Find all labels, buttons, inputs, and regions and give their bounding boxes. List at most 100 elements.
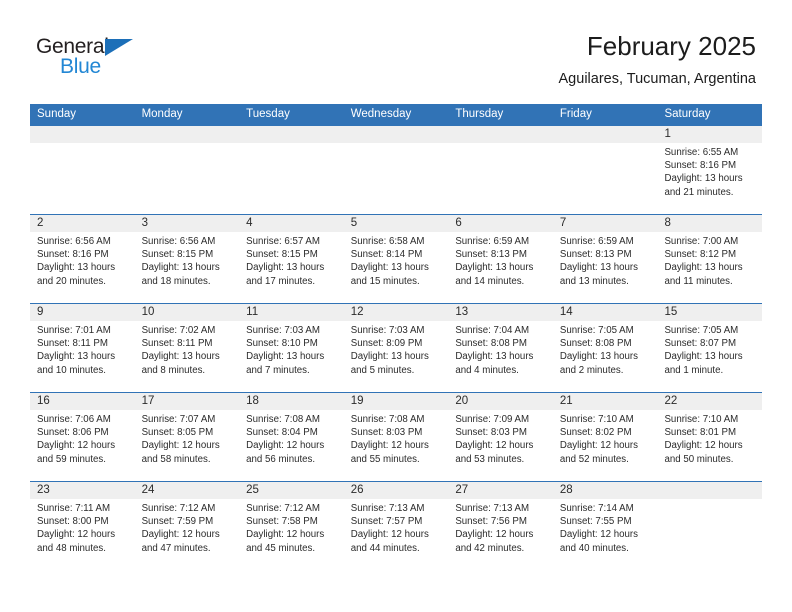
daylight-text-line1: Daylight: 12 hours <box>141 529 220 541</box>
daylight-text-line2: and 15 minutes. <box>350 275 420 287</box>
calendar-day-cell[interactable]: 28 Sunrise: 7:14 AM Sunset: 7:55 PM Dayl… <box>553 482 658 570</box>
calendar-day-cell[interactable]: 5 Sunrise: 6:58 AM Sunset: 8:14 PM Dayli… <box>344 215 449 303</box>
daylight-text-line1: Daylight: 13 hours <box>37 351 116 363</box>
calendar-day-cell[interactable]: 17 Sunrise: 7:07 AM Sunset: 8:05 PM Dayl… <box>135 393 240 481</box>
weekday-header-friday: Friday <box>559 108 592 120</box>
sunset-text: Sunset: 8:14 PM <box>350 249 423 261</box>
daylight-text-line2: and 53 minutes. <box>455 453 525 465</box>
calendar-day-cell[interactable]: 2 Sunrise: 6:56 AM Sunset: 8:16 PM Dayli… <box>30 215 135 303</box>
day-number: 13 <box>455 306 469 318</box>
day-number: 11 <box>246 306 259 318</box>
calendar-day-cell[interactable]: 4 Sunrise: 6:57 AM Sunset: 8:15 PM Dayli… <box>239 215 344 303</box>
calendar-day-cell[interactable]: 3 Sunrise: 6:56 AM Sunset: 8:15 PM Dayli… <box>135 215 240 303</box>
day-number: 15 <box>664 306 678 318</box>
day-number: 9 <box>37 306 44 318</box>
calendar-day-cell[interactable]: 12 Sunrise: 7:03 AM Sunset: 8:09 PM Dayl… <box>344 304 449 392</box>
daylight-text-line1: Daylight: 13 hours <box>559 262 638 274</box>
daylight-text-line2: and 18 minutes. <box>141 275 211 287</box>
calendar-day-cell[interactable]: 1 Sunrise: 6:55 AM Sunset: 8:16 PM Dayli… <box>657 126 762 214</box>
daylight-text-line2: and 47 minutes. <box>141 542 211 554</box>
day-number: 23 <box>37 484 50 496</box>
sunset-text: Sunset: 8:07 PM <box>664 338 737 350</box>
day-number: 1 <box>664 128 671 140</box>
calendar-day-cell[interactable]: 20 Sunrise: 7:09 AM Sunset: 8:03 PM Dayl… <box>448 393 553 481</box>
sunset-text: Sunset: 8:13 PM <box>559 249 632 261</box>
sunset-text: Sunset: 8:03 PM <box>350 427 423 439</box>
daylight-text-line1: Daylight: 12 hours <box>246 529 325 541</box>
daylight-text-line1: Daylight: 13 hours <box>141 351 220 363</box>
calendar-day-cell[interactable]: 10 Sunrise: 7:02 AM Sunset: 8:11 PM Dayl… <box>135 304 240 392</box>
sunrise-text: Sunrise: 7:00 AM <box>664 236 739 247</box>
day-number <box>246 126 338 143</box>
calendar-day-cell[interactable]: 19 Sunrise: 7:08 AM Sunset: 8:03 PM Dayl… <box>344 393 449 481</box>
page-header: General Blue February 2025 Aguilares, Tu… <box>0 0 792 104</box>
day-number: 27 <box>455 484 469 496</box>
calendar-day-cell[interactable]: 6 Sunrise: 6:59 AM Sunset: 8:13 PM Dayli… <box>448 215 553 303</box>
sunset-text: Sunset: 8:15 PM <box>246 249 318 261</box>
sunrise-text: Sunrise: 6:55 AM <box>664 147 739 158</box>
daylight-text-line1: Daylight: 12 hours <box>559 529 638 541</box>
calendar-day-cell[interactable] <box>657 482 762 570</box>
calendar-day-cell[interactable]: 16 Sunrise: 7:06 AM Sunset: 8:06 PM Dayl… <box>30 393 135 481</box>
calendar-day-cell[interactable]: 26 Sunrise: 7:13 AM Sunset: 7:57 PM Dayl… <box>344 482 449 570</box>
calendar-day-cell[interactable]: 24 Sunrise: 7:12 AM Sunset: 7:59 PM Dayl… <box>135 482 240 570</box>
logo-text-blue: Blue <box>60 55 101 78</box>
calendar-day-cell[interactable]: 18 Sunrise: 7:08 AM Sunset: 8:04 PM Dayl… <box>239 393 344 481</box>
calendar-day-cell[interactable]: 8 Sunrise: 7:00 AM Sunset: 8:12 PM Dayli… <box>657 215 762 303</box>
sunset-text: Sunset: 8:04 PM <box>246 427 318 439</box>
calendar-week-row: 16 Sunrise: 7:06 AM Sunset: 8:06 PM Dayl… <box>30 392 762 481</box>
calendar-day-cell[interactable] <box>30 126 135 214</box>
calendar-day-cell[interactable]: 23 Sunrise: 7:11 AM Sunset: 8:00 PM Dayl… <box>30 482 135 570</box>
calendar-day-cell[interactable]: 22 Sunrise: 7:10 AM Sunset: 8:01 PM Dayl… <box>657 393 762 481</box>
daylight-text-line2: and 4 minutes. <box>455 364 519 376</box>
day-number: 2 <box>37 217 44 229</box>
calendar-day-cell[interactable]: 27 Sunrise: 7:13 AM Sunset: 7:56 PM Dayl… <box>448 482 553 570</box>
daylight-text-line1: Daylight: 12 hours <box>246 440 325 452</box>
daylight-text-line1: Daylight: 12 hours <box>559 440 638 452</box>
weekday-header-tuesday: Tuesday <box>246 108 290 120</box>
calendar-day-cell[interactable]: 25 Sunrise: 7:12 AM Sunset: 7:58 PM Dayl… <box>239 482 344 570</box>
sunset-text: Sunset: 8:16 PM <box>664 160 737 172</box>
sunrise-text: Sunrise: 7:12 AM <box>141 503 216 514</box>
daylight-text-line1: Daylight: 13 hours <box>455 262 534 274</box>
daylight-text-line1: Daylight: 13 hours <box>664 351 743 363</box>
sunrise-text: Sunrise: 7:10 AM <box>664 414 739 425</box>
day-number <box>560 126 652 143</box>
calendar-day-cell[interactable] <box>239 126 344 214</box>
sunrise-text: Sunrise: 7:08 AM <box>350 414 425 425</box>
sunset-text: Sunset: 8:00 PM <box>37 516 109 528</box>
calendar-day-cell[interactable]: 13 Sunrise: 7:04 AM Sunset: 8:08 PM Dayl… <box>448 304 553 392</box>
calendar-day-cell[interactable] <box>344 126 449 214</box>
title-block: February 2025 Aguilares, Tucuman, Argent… <box>559 30 756 88</box>
daylight-text-line1: Daylight: 13 hours <box>141 262 220 274</box>
daylight-text-line2: and 58 minutes. <box>141 453 211 465</box>
day-number <box>351 126 443 143</box>
daylight-text-line2: and 20 minutes. <box>37 275 106 287</box>
sunset-text: Sunset: 8:09 PM <box>350 338 423 350</box>
daylight-text-line1: Daylight: 12 hours <box>455 440 534 452</box>
daylight-text-line1: Daylight: 12 hours <box>664 440 743 452</box>
sunrise-text: Sunrise: 7:02 AM <box>141 325 216 336</box>
calendar-day-cell[interactable] <box>553 126 658 214</box>
daylight-text-line1: Daylight: 13 hours <box>246 351 325 363</box>
day-number: 3 <box>141 217 148 229</box>
daylight-text-line2: and 1 minute. <box>664 364 724 376</box>
calendar-day-cell[interactable]: 7 Sunrise: 6:59 AM Sunset: 8:13 PM Dayli… <box>553 215 658 303</box>
daylight-text-line2: and 55 minutes. <box>350 453 420 465</box>
calendar-day-cell[interactable]: 15 Sunrise: 7:05 AM Sunset: 8:07 PM Dayl… <box>657 304 762 392</box>
sunrise-text: Sunrise: 6:58 AM <box>350 236 425 247</box>
daylight-text-line1: Daylight: 12 hours <box>141 440 220 452</box>
calendar-day-cell[interactable]: 9 Sunrise: 7:01 AM Sunset: 8:11 PM Dayli… <box>30 304 135 392</box>
sunset-text: Sunset: 8:02 PM <box>559 427 632 439</box>
calendar-day-cell[interactable]: 21 Sunrise: 7:10 AM Sunset: 8:02 PM Dayl… <box>553 393 658 481</box>
calendar-week-row: 2 Sunrise: 6:56 AM Sunset: 8:16 PM Dayli… <box>30 214 762 303</box>
calendar-day-cell[interactable] <box>135 126 240 214</box>
calendar-week-row: 9 Sunrise: 7:01 AM Sunset: 8:11 PM Dayli… <box>30 303 762 392</box>
calendar-day-cell[interactable]: 11 Sunrise: 7:03 AM Sunset: 8:10 PM Dayl… <box>239 304 344 392</box>
calendar-day-cell[interactable]: 14 Sunrise: 7:05 AM Sunset: 8:08 PM Dayl… <box>553 304 658 392</box>
sunrise-text: Sunrise: 7:10 AM <box>559 414 634 425</box>
calendar-day-cell[interactable] <box>448 126 553 214</box>
weekday-header-row: Sunday Monday Tuesday Wednesday Thursday… <box>30 104 762 125</box>
weekday-header-sunday: Sunday <box>37 108 77 120</box>
sunrise-text: Sunrise: 7:11 AM <box>37 503 111 514</box>
